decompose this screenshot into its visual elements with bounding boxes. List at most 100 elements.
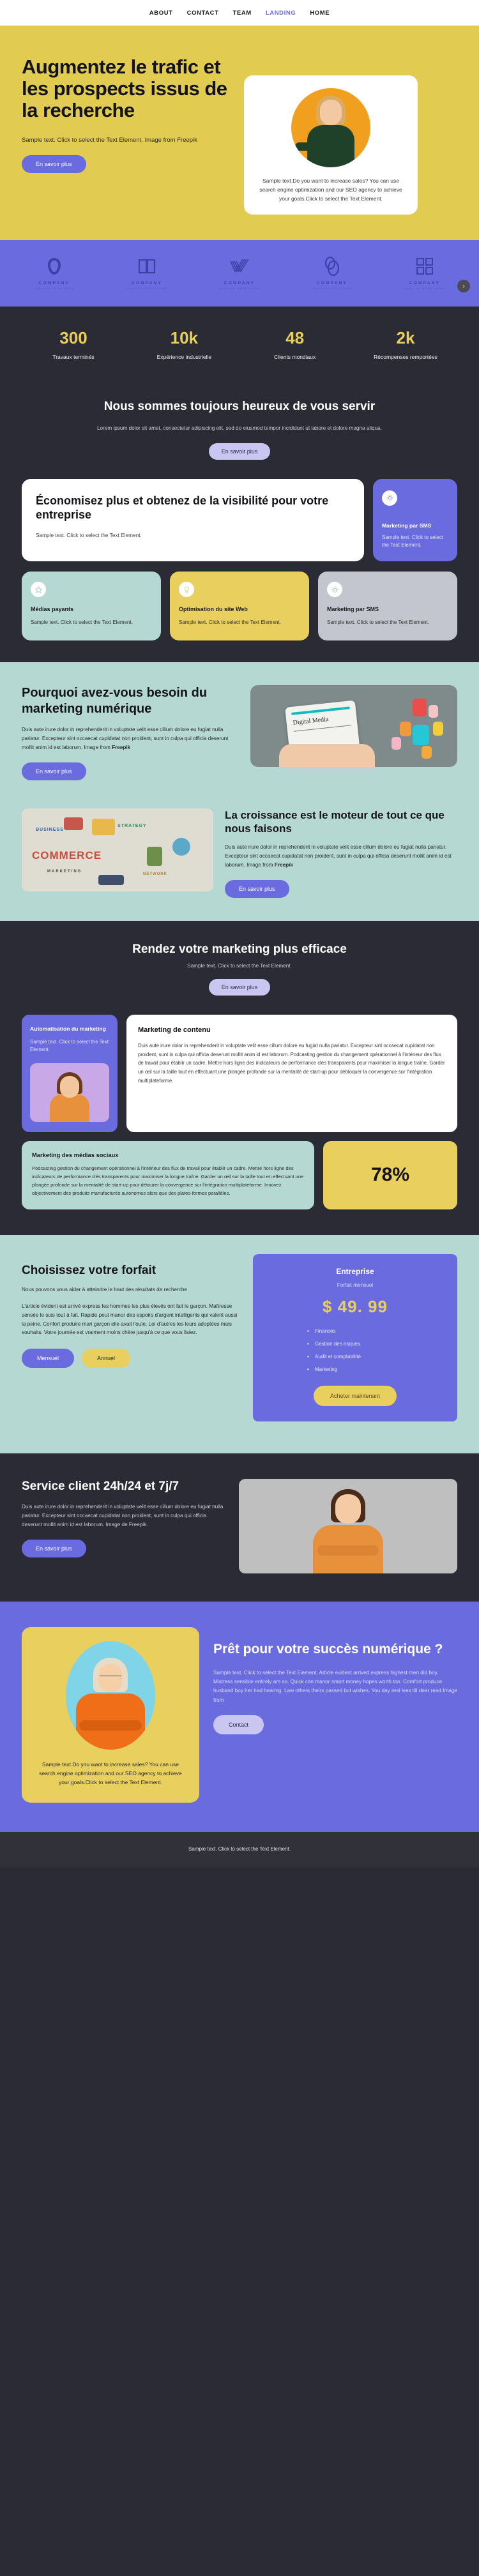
- happy-text: Lorem ipsum dolor sit amet, consectetur …: [96, 425, 382, 431]
- pricing-lead: Nous pouvons vous aider à atteindre le h…: [22, 1286, 187, 1292]
- logo-item[interactable]: COMPANY TAGLINE HERE HERE: [204, 255, 275, 290]
- logo-name: COMPANY: [38, 281, 70, 286]
- service-cta-button[interactable]: En savoir plus: [22, 1539, 86, 1557]
- pricing-row: Choisissez votre forfait Nous pouvons vo…: [22, 1254, 457, 1421]
- feature-side-card[interactable]: Marketing par SMS Sample text. Click to …: [373, 478, 457, 562]
- monthly-button[interactable]: Mensuel: [22, 1349, 75, 1368]
- marketing-cta-button[interactable]: En savoir plus: [208, 978, 271, 996]
- double-oval-icon: [297, 255, 367, 277]
- plan-feature: Audit et comptabilité: [307, 1354, 403, 1360]
- striped-check-icon: [204, 255, 275, 277]
- stat-item: 10k Expérience industrielle: [136, 328, 232, 361]
- marketing-cards-row-2: Marketing des médias sociaux Podcasting …: [22, 1140, 457, 1209]
- nav-item-landing[interactable]: LANDING: [266, 10, 296, 17]
- logo-tagline: TAGLINE HERE HERE: [404, 287, 446, 291]
- hero-subtitle: Sample text. Click to select the Text El…: [22, 137, 197, 144]
- small-card-title: Médias payants: [31, 606, 74, 613]
- collage-word: BUSINESS: [36, 827, 64, 832]
- stat-label: Travaux terminés: [52, 354, 95, 361]
- pricing-period-toggle: Mensuel Annuel: [22, 1349, 239, 1368]
- pricing-text: L'article évident est arrivé express les…: [22, 1303, 238, 1336]
- collage-word: NETWORK: [143, 872, 167, 876]
- growth-collage-image: BUSINESS STRATEGY COMMERCE MARKETING NET…: [22, 808, 213, 891]
- hero-section: Augmentez le trafic et les prospects iss…: [0, 26, 479, 241]
- small-card-paid-media[interactable]: Médias payants Sample text. Click to sel…: [22, 572, 161, 641]
- infinity-loop-icon: [19, 255, 89, 277]
- pricing-section: Choisissez votre forfait Nous pouvons vo…: [0, 1234, 479, 1453]
- why-left-column: Pourquoi avez-vous besoin du marketing n…: [22, 685, 239, 780]
- logo-item[interactable]: COMPANY TAGLINE HERE HERE: [19, 255, 89, 290]
- growth-cta-button[interactable]: En savoir plus: [225, 879, 289, 898]
- stat-item: 48 Clients mondiaux: [247, 328, 343, 361]
- growth-text: Duis aute irure dolor in reprehenderit i…: [225, 844, 452, 868]
- automation-text: Sample text. Click to select the Text El…: [30, 1038, 109, 1053]
- collage-word: STRATEGY: [118, 823, 147, 828]
- nav-item-home[interactable]: HOME: [310, 10, 330, 17]
- landing-page: ABOUT CONTACT TEAM LANDING HOME Augmente…: [0, 0, 479, 1867]
- plan-feature: Marketing: [307, 1367, 403, 1372]
- marketing-stat-value: 78%: [370, 1164, 410, 1186]
- digital-media-image: Digital Media: [250, 685, 457, 768]
- partner-logos-strip: COMPANY TAGLINE HERE HERE COMPANY TAGLIN…: [0, 240, 479, 307]
- feature-cards-row: Économisez plus et obtenez de la visibil…: [0, 460, 479, 562]
- plan-feature: Finances: [307, 1328, 403, 1334]
- logo-name: COMPANY: [409, 281, 441, 286]
- small-card-sms-marketing[interactable]: Marketing par SMS Sample text. Click to …: [318, 572, 457, 641]
- logo-tagline: TAGLINE HERE HERE: [311, 287, 353, 291]
- happy-cta-button[interactable]: En savoir plus: [208, 443, 271, 460]
- small-card-title: Optimisation du site Web: [179, 606, 248, 613]
- logo-name: COMPANY: [224, 281, 255, 286]
- feature-main-card: Économisez plus et obtenez de la visibil…: [22, 478, 364, 562]
- lightbulb-icon: [179, 582, 194, 598]
- feature-main-title: Économisez plus et obtenez de la visibil…: [36, 494, 329, 521]
- contact-button[interactable]: Contact: [213, 1715, 264, 1735]
- why-text: Duis aute irure dolor in reprehenderit i…: [22, 727, 229, 751]
- cta-portrait-image: [66, 1640, 155, 1750]
- footer-text: Sample text. Click to select the Text El…: [188, 1845, 291, 1852]
- happy-title: Nous sommes toujours heureux de vous ser…: [103, 400, 376, 414]
- buy-now-button[interactable]: Acheter maintenant: [313, 1385, 397, 1406]
- social-media-card: Marketing des médias sociaux Podcasting …: [22, 1140, 314, 1209]
- content-text: Duis aute irure dolor in reprehenderit i…: [138, 1042, 445, 1084]
- annual-button[interactable]: Annuel: [82, 1349, 131, 1368]
- hero-cta-button[interactable]: En savoir plus: [22, 155, 86, 174]
- logo-name: COMPANY: [316, 281, 348, 286]
- logo-item[interactable]: COMPANY TAGLINE HERE HERE: [297, 255, 367, 290]
- feature-side-text: Sample text. Click to select the Text El…: [382, 534, 444, 549]
- nav-item-contact[interactable]: CONTACT: [187, 10, 219, 17]
- chevron-right-icon[interactable]: ›: [457, 280, 470, 293]
- nav-item-team[interactable]: TEAM: [233, 10, 252, 17]
- marketing-header: Rendez votre marketing plus efficace Sam…: [22, 943, 457, 996]
- digital-marketing-section: Pourquoi avez-vous besoin du marketing n…: [0, 662, 479, 921]
- nav-item-about[interactable]: ABOUT: [149, 10, 173, 17]
- small-card-website-optimization[interactable]: Optimisation du site Web Sample text. Cl…: [170, 572, 309, 641]
- growth-text-bold: Freepik: [274, 862, 293, 868]
- squares-icon: [390, 255, 460, 277]
- hero-card-text: Sample text.Do you want to increase sale…: [259, 178, 402, 202]
- stat-label: Clients mondiaux: [274, 354, 316, 361]
- logo-item[interactable]: COMPANY TAGLINE HERE HERE: [112, 255, 182, 290]
- pricing-title: Choisissez votre forfait: [22, 1263, 156, 1277]
- cta-right-column: Prêt pour votre succès numérique ? Sampl…: [213, 1627, 457, 1735]
- stat-value: 48: [285, 328, 305, 348]
- top-navigation: ABOUT CONTACT TEAM LANDING HOME: [0, 0, 479, 26]
- stat-item: 300 Travaux terminés: [26, 328, 121, 361]
- feature-side-title: Marketing par SMS: [382, 522, 432, 529]
- cta-card: Sample text.Do you want to increase sale…: [22, 1626, 199, 1803]
- star-icon: [31, 582, 46, 598]
- small-cards-row: Médias payants Sample text. Click to sel…: [0, 561, 479, 662]
- stat-label: Expérience industrielle: [156, 354, 212, 361]
- logo-item[interactable]: COMPANY TAGLINE HERE HERE: [390, 255, 460, 290]
- small-card-title: Marketing par SMS: [327, 606, 379, 613]
- page-footer: Sample text. Click to select the Text El…: [0, 1831, 479, 1867]
- why-cta-button[interactable]: En savoir plus: [22, 762, 86, 780]
- content-title: Marketing de contenu: [138, 1026, 211, 1034]
- why-title: Pourquoi avez-vous besoin du marketing n…: [22, 686, 208, 716]
- content-marketing-card: Marketing de contenu Duis aute irure dol…: [126, 1014, 457, 1132]
- hero-portrait-image: [291, 88, 370, 167]
- marketing-title: Rendez votre marketing plus efficace: [132, 942, 347, 956]
- stat-value: 300: [59, 328, 87, 348]
- social-text: Podcasting gestion du changement opérati…: [32, 1165, 304, 1196]
- feature-main-text: Sample text. Click to select the Text El…: [36, 531, 142, 538]
- stats-section: 300 Travaux terminés 10k Expérience indu…: [0, 307, 479, 383]
